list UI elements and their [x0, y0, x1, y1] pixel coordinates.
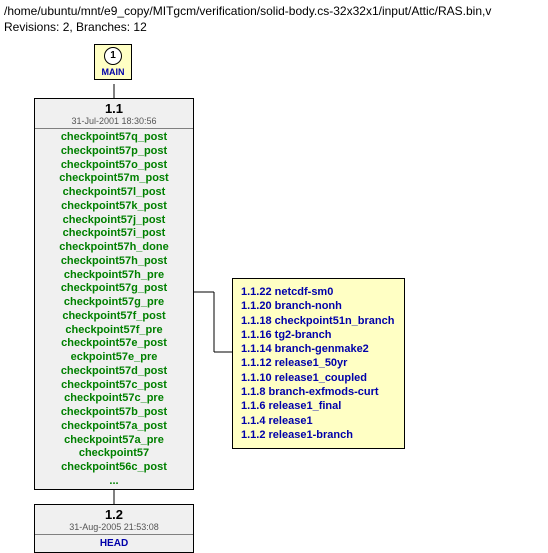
revision-tag: checkpoint57k_post	[35, 200, 193, 214]
revision-tag: checkpoint57d_post	[35, 365, 193, 379]
revision-tag: checkpoint57f_pre	[35, 324, 193, 338]
revision-tag: checkpoint57c_pre	[35, 392, 193, 406]
branch-number: 1.1.8	[241, 386, 265, 398]
main-branch-label: MAIN	[95, 67, 131, 77]
revision-tag: checkpoint57i_post	[35, 227, 193, 241]
file-path: /home/ubuntu/mnt/e9_copy/MITgcm/verifica…	[4, 4, 548, 18]
revision-1.1-tags: checkpoint57q_postcheckpoint57p_postchec…	[35, 131, 193, 489]
main-branch-box: 1 MAIN	[94, 44, 132, 80]
revision-tag: checkpoint57f_post	[35, 310, 193, 324]
revision-1.2-timestamp: 31-Aug-2005 21:53:08	[35, 522, 193, 535]
revision-tag: checkpoint57h_done	[35, 241, 193, 255]
revision-tag: ...	[35, 475, 193, 489]
branch-name: branch-exfmods-curt	[269, 386, 379, 398]
branch-name: checkpoint51n_branch	[275, 315, 395, 327]
revision-1.2-title: 1.2	[35, 505, 193, 522]
branches-box: 1.1.22 netcdf-sm01.1.20 branch-nonh1.1.1…	[232, 278, 405, 449]
revision-tag: checkpoint57a_post	[35, 420, 193, 434]
revision-1.1-box: 1.1 31-Jul-2001 18:30:56 checkpoint57q_p…	[34, 98, 194, 490]
revision-tag: eckpoint57e_pre	[35, 351, 193, 365]
revision-tag: checkpoint57h_post	[35, 255, 193, 269]
branch-number: 1.1.22	[241, 286, 272, 298]
revision-tag: checkpoint57l_post	[35, 186, 193, 200]
branch-name: release1_50yr	[275, 357, 348, 369]
main-branch-number: 1	[104, 47, 122, 65]
branch-entry: 1.1.6 release1_final	[241, 399, 394, 413]
branch-name: branch-genmake2	[275, 343, 369, 355]
branch-name: release1_final	[269, 400, 342, 412]
branch-entry: 1.1.10 release1_coupled	[241, 371, 394, 385]
branch-number: 1.1.18	[241, 315, 272, 327]
branch-name: release1_coupled	[275, 372, 367, 384]
branch-number: 1.1.2	[241, 429, 265, 441]
branch-number: 1.1.20	[241, 300, 272, 312]
head-label: HEAD	[35, 537, 193, 552]
branch-name: branch-nonh	[275, 300, 342, 312]
revision-tag: checkpoint57b_post	[35, 406, 193, 420]
revision-tag: checkpoint57p_post	[35, 145, 193, 159]
branch-entry: 1.1.22 netcdf-sm0	[241, 285, 394, 299]
branch-name: netcdf-sm0	[275, 286, 334, 298]
branch-entry: 1.1.20 branch-nonh	[241, 299, 394, 313]
revision-tag: checkpoint57q_post	[35, 131, 193, 145]
branch-number: 1.1.10	[241, 372, 272, 384]
revision-graph: 1 MAIN 1.1 31-Jul-2001 18:30:56 checkpoi…	[4, 42, 544, 542]
branch-name: tg2-branch	[275, 329, 332, 341]
branch-name: release1-branch	[269, 429, 353, 441]
branch-entry: 1.1.2 release1-branch	[241, 428, 394, 442]
revision-tag: checkpoint57o_post	[35, 159, 193, 173]
revision-tag: checkpoint57	[35, 447, 193, 461]
revision-tag: checkpoint57a_pre	[35, 434, 193, 448]
revision-1.2-box: 1.2 31-Aug-2005 21:53:08 HEAD	[34, 504, 194, 553]
revision-tag: checkpoint56c_post	[35, 461, 193, 475]
branch-entry: 1.1.14 branch-genmake2	[241, 342, 394, 356]
branch-entry: 1.1.12 release1_50yr	[241, 356, 394, 370]
revision-stats: Revisions: 2, Branches: 12	[4, 20, 548, 34]
branch-number: 1.1.14	[241, 343, 272, 355]
branch-entry: 1.1.8 branch-exfmods-curt	[241, 385, 394, 399]
branch-name: release1	[269, 415, 313, 427]
branch-entry: 1.1.4 release1	[241, 414, 394, 428]
revision-tag: checkpoint57e_post	[35, 337, 193, 351]
branch-number: 1.1.16	[241, 329, 272, 341]
revision-tag: checkpoint57g_pre	[35, 296, 193, 310]
branch-entry: 1.1.18 checkpoint51n_branch	[241, 314, 394, 328]
revision-tag: checkpoint57m_post	[35, 172, 193, 186]
revision-tag: checkpoint57j_post	[35, 214, 193, 228]
revision-tag: checkpoint57c_post	[35, 379, 193, 393]
revision-1.1-timestamp: 31-Jul-2001 18:30:56	[35, 116, 193, 129]
revision-1.1-title: 1.1	[35, 99, 193, 116]
branch-entry: 1.1.16 tg2-branch	[241, 328, 394, 342]
branch-number: 1.1.4	[241, 415, 265, 427]
revision-tag: checkpoint57g_post	[35, 282, 193, 296]
branch-number: 1.1.6	[241, 400, 265, 412]
branch-number: 1.1.12	[241, 357, 272, 369]
revision-tag: checkpoint57h_pre	[35, 269, 193, 283]
